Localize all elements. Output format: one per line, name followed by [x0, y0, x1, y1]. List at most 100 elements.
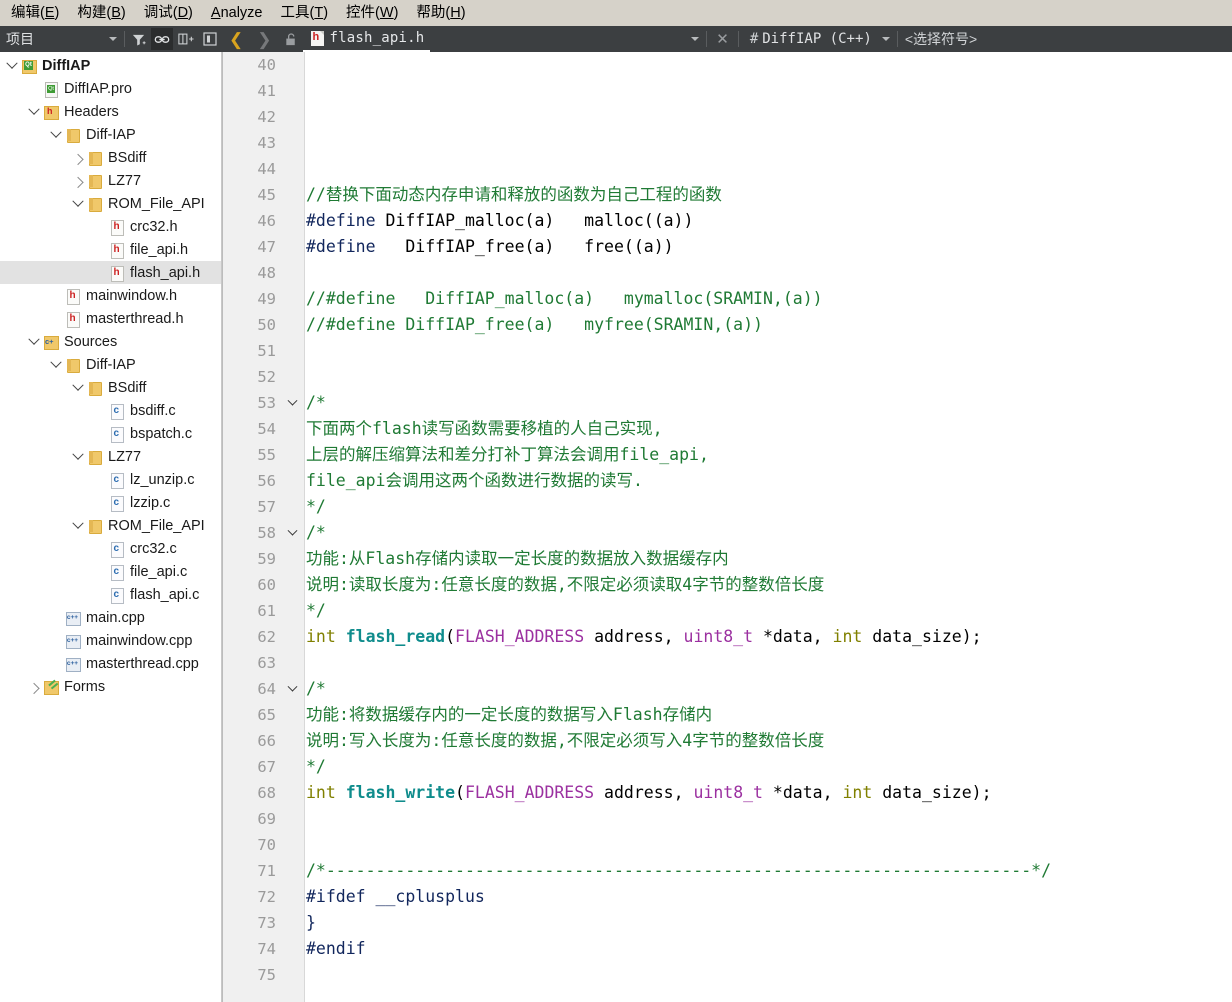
editor-line[interactable]: 62 int flash_read(FLASH_ADDRESS address, …	[222, 624, 1232, 650]
filter-icon[interactable]	[127, 28, 149, 50]
toggle-sidebar-icon[interactable]	[199, 28, 221, 50]
tree-item-flash_api.c[interactable]: flash_api.c	[0, 583, 221, 606]
tree-item-crc32.c[interactable]: crc32.c	[0, 537, 221, 560]
editor-line[interactable]: 52	[222, 364, 1232, 390]
unlock-icon[interactable]	[280, 28, 302, 50]
editor-line[interactable]: 46 #define DiffIAP_malloc(a) malloc((a))	[222, 208, 1232, 234]
tree-item-mainwindow.h[interactable]: mainwindow.h	[0, 284, 221, 307]
menu-item-3[interactable]: 调试(D)	[135, 2, 202, 25]
menu-item-5[interactable]: 工具(T)	[271, 2, 337, 25]
code-editor[interactable]: 40 41 42 43 44 45 //替换下面动态内存申请和释放的函数为自己工程的函数 46…	[222, 52, 1232, 1002]
fold-chevron-down-icon[interactable]	[280, 686, 304, 693]
chevron-closed-icon[interactable]	[70, 177, 86, 185]
tree-item-lz_unzip.c[interactable]: lz_unzip.c	[0, 468, 221, 491]
chevron-closed-icon[interactable]	[26, 683, 42, 691]
nav-forward-icon[interactable]: ❯	[250, 31, 278, 48]
link-icon[interactable]	[151, 28, 173, 50]
editor-line[interactable]: 68 int flash_write(FLASH_ADDRESS address,…	[222, 780, 1232, 806]
tree-item-bspatch.c[interactable]: bspatch.c	[0, 422, 221, 445]
chevron-open-icon[interactable]	[70, 453, 86, 461]
tree-item-lzzip.c[interactable]: lzzip.c	[0, 491, 221, 514]
tree-item-rom_file_api[interactable]: ROM_File_API	[0, 192, 221, 215]
fold-chevron-down-icon[interactable]	[280, 400, 304, 407]
menu-item-1[interactable]: 编辑(E)	[2, 2, 68, 25]
editor-line[interactable]: 71 /*------------------------------------…	[222, 858, 1232, 884]
editor-line[interactable]: 58 /*	[222, 520, 1232, 546]
editor-line[interactable]: 66 说明:写入长度为:任意长度的数据,不限定必须写入4字节的整数倍长度	[222, 728, 1232, 754]
tree-item-bsdiff[interactable]: BSdiff	[0, 376, 221, 399]
tree-item-flash_api.h[interactable]: flash_api.h	[0, 261, 221, 284]
editor-line[interactable]: 69	[222, 806, 1232, 832]
editor-line[interactable]: 56 file_api会调用这两个函数进行数据的读写.	[222, 468, 1232, 494]
scope-chevron-down-icon[interactable]	[881, 37, 890, 41]
chevron-closed-icon[interactable]	[70, 154, 86, 162]
chevron-open-icon[interactable]	[70, 200, 86, 208]
tree-item-headers[interactable]: Headers	[0, 100, 221, 123]
chevron-open-icon[interactable]	[70, 384, 86, 392]
tab-list-chevron-down-icon[interactable]	[691, 37, 700, 41]
editor-line[interactable]: 55 上层的解压缩算法和差分打补丁算法会调用file_api,	[222, 442, 1232, 468]
nav-back-icon[interactable]: ❮	[222, 31, 250, 48]
editor-line[interactable]: 49 //#define DiffIAP_malloc(a) mymalloc(S…	[222, 286, 1232, 312]
tree-item-lz77[interactable]: LZ77	[0, 445, 221, 468]
project-tree-panel[interactable]: DiffIAP DiffIAP.pro Headers Diff-IAP BSdiff L…	[0, 52, 222, 1002]
chevron-open-icon[interactable]	[26, 108, 42, 116]
split-view-icon[interactable]	[175, 28, 197, 50]
editor-line[interactable]: 72 #ifdef __cplusplus	[222, 884, 1232, 910]
editor-line[interactable]: 43	[222, 130, 1232, 156]
close-icon[interactable]: ✕	[708, 30, 737, 48]
editor-line[interactable]: 65 功能:将数据缓存内的一定长度的数据写入Flash存储内	[222, 702, 1232, 728]
tree-item-masterthread.cpp[interactable]: masterthread.cpp	[0, 652, 221, 675]
editor-line[interactable]: 41	[222, 78, 1232, 104]
tree-item-masterthread.h[interactable]: masterthread.h	[0, 307, 221, 330]
editor-line[interactable]: 57 */	[222, 494, 1232, 520]
chevron-down-icon[interactable]	[109, 37, 117, 41]
tree-item-bsdiff.c[interactable]: bsdiff.c	[0, 399, 221, 422]
editor-line[interactable]: 61 */	[222, 598, 1232, 624]
tree-item-diffiap.pro[interactable]: DiffIAP.pro	[0, 77, 221, 100]
editor-line[interactable]: 42	[222, 104, 1232, 130]
editor-line[interactable]: 48	[222, 260, 1232, 286]
tree-item-sources[interactable]: Sources	[0, 330, 221, 353]
tree-item-file_api.c[interactable]: file_api.c	[0, 560, 221, 583]
editor-line[interactable]: 73}	[222, 910, 1232, 936]
editor-line[interactable]: 75	[222, 962, 1232, 988]
symbol-selector[interactable]: <选择符号>	[899, 29, 977, 49]
tree-item-crc32.h[interactable]: crc32.h	[0, 215, 221, 238]
tree-item-lz77[interactable]: LZ77	[0, 169, 221, 192]
editor-line[interactable]: 60 说明:读取长度为:任意长度的数据,不限定必须读取4字节的整数倍长度	[222, 572, 1232, 598]
editor-line[interactable]: 40	[222, 52, 1232, 78]
scope-label[interactable]: DiffIAP (C++)	[762, 31, 876, 47]
editor-line[interactable]: 44	[222, 156, 1232, 182]
editor-lines[interactable]: 40 41 42 43 44 45 //替换下面动态内存申请和释放的函数为自己工程的函数 46…	[222, 52, 1232, 988]
fold-chevron-down-icon[interactable]	[280, 530, 304, 537]
editor-line[interactable]: 67 */	[222, 754, 1232, 780]
chevron-open-icon[interactable]	[48, 361, 64, 369]
chevron-open-icon[interactable]	[4, 62, 20, 70]
editor-line[interactable]: 47 #define DiffIAP_free(a) free((a))	[222, 234, 1232, 260]
tree-item-file_api.h[interactable]: file_api.h	[0, 238, 221, 261]
editor-line[interactable]: 64 /*	[222, 676, 1232, 702]
editor-line[interactable]: 50 //#define DiffIAP_free(a) myfree(SRAMI…	[222, 312, 1232, 338]
chevron-open-icon[interactable]	[48, 131, 64, 139]
project-combo-label[interactable]: 项目	[4, 29, 34, 49]
editor-tab-flash-api-h[interactable]: flash_api.h	[302, 26, 431, 52]
chevron-open-icon[interactable]	[26, 338, 42, 346]
chevron-open-icon[interactable]	[70, 522, 86, 530]
tree-item-diff-iap[interactable]: Diff-IAP	[0, 123, 221, 146]
menu-item-4[interactable]: Analyze	[202, 2, 272, 25]
tree-item-rom_file_api[interactable]: ROM_File_API	[0, 514, 221, 537]
editor-line[interactable]: 54 下面两个flash读写函数需要移植的人自己实现,	[222, 416, 1232, 442]
menu-item-2[interactable]: 构建(B)	[68, 2, 134, 25]
tree-item-forms[interactable]: Forms	[0, 675, 221, 698]
menu-item-6[interactable]: 控件(W)	[337, 2, 407, 25]
menu-item-7[interactable]: 帮助(H)	[407, 2, 474, 25]
tree-item-main.cpp[interactable]: main.cpp	[0, 606, 221, 629]
editor-line[interactable]: 51	[222, 338, 1232, 364]
editor-line[interactable]: 63	[222, 650, 1232, 676]
tree-item-bsdiff[interactable]: BSdiff	[0, 146, 221, 169]
tree-item-diff-iap[interactable]: Diff-IAP	[0, 353, 221, 376]
tree-item-diffiap[interactable]: DiffIAP	[0, 54, 221, 77]
editor-line[interactable]: 74 #endif	[222, 936, 1232, 962]
editor-line[interactable]: 59 功能:从Flash存储内读取一定长度的数据放入数据缓存内	[222, 546, 1232, 572]
